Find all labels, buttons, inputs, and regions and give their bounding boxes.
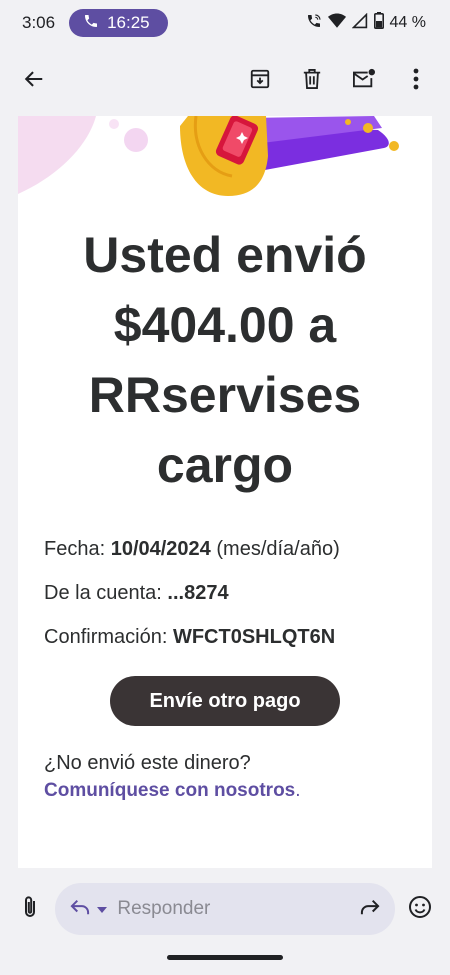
payment-headline: Usted envió $404.00 a RRservises cargo (83, 227, 367, 493)
reply-field[interactable]: Responder (55, 883, 395, 935)
more-options-button[interactable] (396, 61, 436, 101)
top-app-bar (0, 46, 450, 116)
archive-button[interactable] (240, 61, 280, 101)
delete-button[interactable] (292, 61, 332, 101)
back-arrow-icon (23, 68, 45, 95)
status-bar: 3:06 16:25 44 % (0, 0, 450, 46)
confirmation-value: WFCT0SHLQT6N (172, 626, 336, 648)
reply-icon[interactable] (69, 898, 91, 921)
emoji-icon (408, 895, 432, 924)
call-duration: 16:25 (107, 13, 150, 32)
status-icons: 44 % (306, 12, 426, 34)
mark-unread-icon (352, 68, 376, 95)
date-label: Fecha: (44, 538, 111, 560)
archive-icon (249, 68, 271, 95)
contact-period: . (295, 780, 301, 801)
not-sent-question: ¿No envió este dinero? (44, 752, 251, 774)
email-body: Usted envió $404.00 a RRservises cargo F… (18, 116, 432, 868)
emoji-button[interactable] (401, 889, 440, 929)
battery-percent: 44 % (389, 14, 426, 31)
mark-unread-button[interactable] (344, 61, 384, 101)
back-button[interactable] (14, 61, 54, 101)
reply-placeholder[interactable]: Responder (117, 898, 358, 920)
contact-line: Comuníquese con nosotros. (44, 780, 301, 802)
confirmation-label: Confirmación: (44, 626, 173, 648)
hero-illustration (18, 116, 432, 206)
confirmation-row: Confirmación: WFCT0SHLQT6N (44, 622, 414, 666)
wifi-icon (327, 13, 346, 34)
account-value: ...8274 (167, 582, 229, 604)
delete-icon (302, 68, 322, 95)
send-another-payment-button[interactable]: Envíe otro pago (110, 676, 340, 726)
battery-icon (373, 12, 384, 34)
payment-details: Fecha: 10/04/2024 (mes/día/año) De la cu… (44, 534, 414, 666)
wifi-call-icon (306, 13, 322, 34)
phone-icon (83, 13, 99, 34)
forward-icon[interactable] (359, 898, 381, 921)
attach-icon (23, 895, 37, 924)
gesture-nav-handle[interactable] (167, 955, 283, 960)
ongoing-call-chip[interactable]: 16:25 (69, 9, 168, 37)
more-vert-icon (413, 68, 419, 95)
attach-button[interactable] (10, 889, 49, 929)
account-row: De la cuenta: ...8274 (44, 578, 414, 622)
date-row: Fecha: 10/04/2024 (mes/día/año) (44, 534, 414, 578)
account-label: De la cuenta: (44, 582, 168, 604)
signal-icon (351, 12, 368, 34)
status-time: 3:06 (22, 13, 56, 32)
contact-us-link[interactable]: Comuníquese con nosotros (44, 780, 295, 801)
dropdown-icon[interactable] (97, 900, 108, 918)
date-value: 10/04/2024 (110, 538, 211, 560)
reply-bar: Responder (0, 868, 450, 950)
date-format: (mes/día/año) (210, 538, 340, 560)
